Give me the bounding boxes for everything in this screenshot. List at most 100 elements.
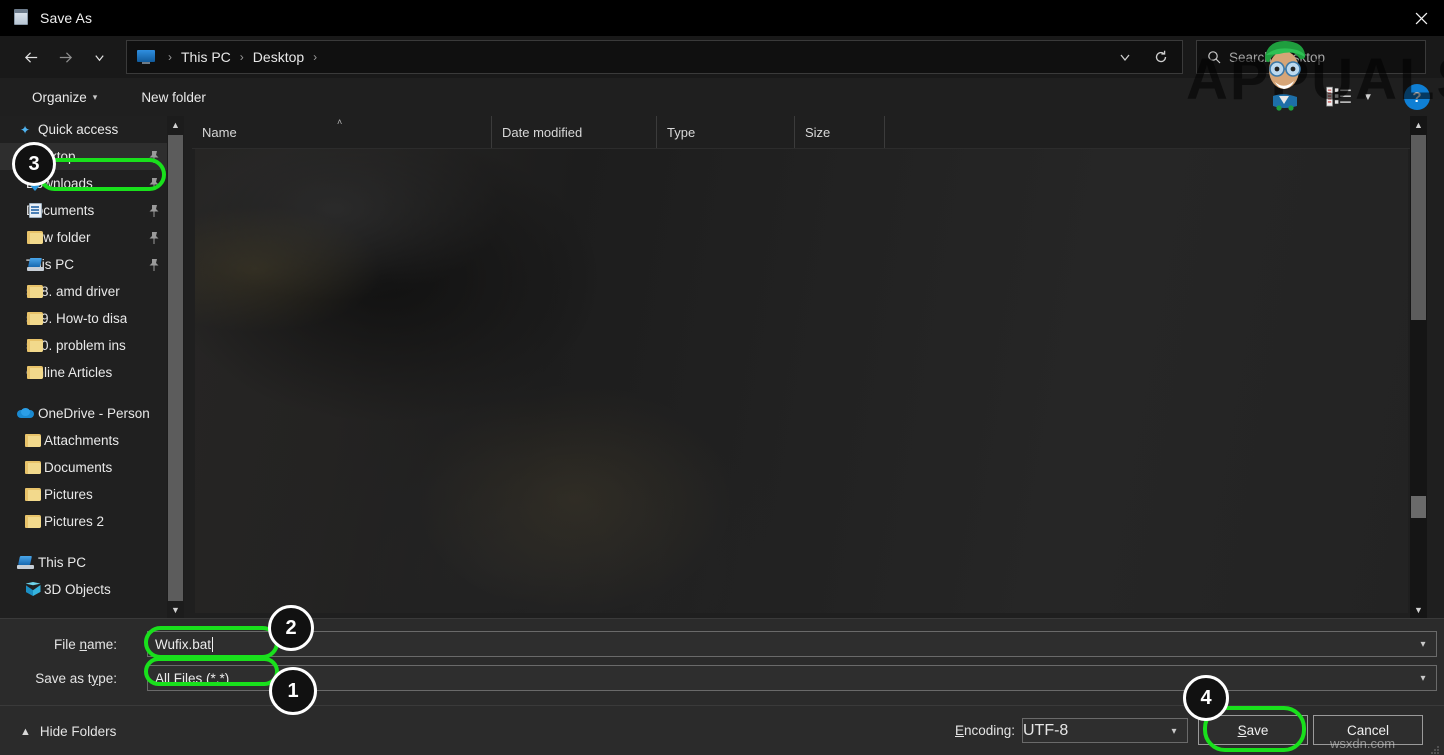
search-icon <box>1207 50 1221 64</box>
folder-icon <box>26 229 44 247</box>
sidebar-item-pictures[interactable]: Pictures <box>0 481 174 508</box>
sidebar-item-538-amd-driver[interactable]: 538. amd driver <box>0 278 174 305</box>
file-name-combo[interactable]: Wufix.bat ▾ <box>147 631 1437 657</box>
sidebar-item-documents[interactable]: Documents <box>0 197 174 224</box>
chevron-down-icon[interactable]: ▾ <box>1411 633 1435 655</box>
save-label: Save <box>1237 722 1269 738</box>
folder-icon <box>26 364 44 382</box>
column-header-date-modified[interactable]: Date modified <box>492 116 657 148</box>
sidebar-item-onedrive-person[interactable]: OneDrive - Person <box>0 400 174 427</box>
address-bar[interactable]: › This PC › Desktop › <box>126 40 1183 74</box>
sort-ascending-icon: ˄ <box>337 117 343 127</box>
save-as-dialog: Save As › This PC › Desktop › Search Des… <box>0 0 1444 755</box>
chevron-down-icon[interactable]: ▾ <box>1162 720 1186 742</box>
sidebar-item-539-how-to-disa[interactable]: 539. How-to disa <box>0 305 174 332</box>
scroll-down-icon[interactable]: ▼ <box>1410 601 1427 618</box>
window-title: Save As <box>40 10 93 26</box>
column-header-size[interactable]: Size <box>795 116 885 148</box>
sidebar-item-3d-objects[interactable]: 3D Objects <box>0 576 174 603</box>
encoding-value: UTF-8 <box>1023 721 1069 739</box>
search-input[interactable]: Search Desktop <box>1196 40 1426 74</box>
folder-icon <box>26 337 44 355</box>
file-list-contents[interactable] <box>195 149 1408 613</box>
command-bar: Organize ▾ New folder ▼ ? <box>0 78 1444 116</box>
folder-icon <box>26 283 44 301</box>
search-placeholder: Search Desktop <box>1229 49 1326 65</box>
back-arrow-icon[interactable] <box>14 42 48 72</box>
chevron-down-icon: ▾ <box>92 91 98 102</box>
column-header-label: Size <box>805 124 831 140</box>
scroll-up-icon[interactable]: ▲ <box>167 116 184 133</box>
column-header-label: Name <box>202 124 237 140</box>
column-header-row: Name ˄ Date modified Type Size <box>192 116 1427 149</box>
pin-icon[interactable] <box>148 258 160 272</box>
scroll-down-icon[interactable]: ▼ <box>167 601 184 618</box>
refresh-icon[interactable] <box>1144 41 1178 73</box>
pin-icon[interactable] <box>148 231 160 245</box>
sidebar-list: ✦Quick accessDesktopDownloadsDocumentsNe… <box>0 116 174 603</box>
file-list-scroll-thumb[interactable] <box>1411 135 1426 320</box>
sidebar-item-540-problem-ins[interactable]: 540. problem ins <box>0 332 174 359</box>
sidebar-scroll-thumb[interactable] <box>168 135 183 601</box>
badge-3: 3 <box>12 142 56 186</box>
document-icon <box>26 202 44 220</box>
file-list-scrollbar[interactable]: ▲ ▼ <box>1410 116 1427 618</box>
close-icon[interactable] <box>1398 0 1444 36</box>
breadcrumb-separator: › <box>239 50 244 64</box>
file-list-scroll-marker <box>1411 496 1426 518</box>
new-folder-label: New folder <box>141 89 206 105</box>
folder-icon <box>24 513 42 531</box>
save-as-type-combo[interactable]: All Files (*.*) ▾ <box>147 665 1437 691</box>
breadcrumb-desktop[interactable]: Desktop <box>251 49 306 65</box>
file-name-value: Wufix.bat <box>155 636 212 652</box>
sidebar-item-quick-access[interactable]: ✦ Quick access <box>0 116 174 143</box>
sidebar-item-pictures-2[interactable]: Pictures 2 <box>0 508 174 535</box>
chevron-down-icon[interactable]: ▾ <box>1411 667 1435 689</box>
computer-icon <box>16 554 34 572</box>
organize-button[interactable]: Organize ▾ <box>22 90 107 105</box>
text-cursor <box>212 636 214 652</box>
sidebar-item-label: Attachments <box>44 433 120 448</box>
pin-icon[interactable] <box>148 150 160 164</box>
sidebar-item-documents[interactable]: Documents <box>0 454 174 481</box>
folder-icon <box>26 310 44 328</box>
cube-icon <box>24 581 42 599</box>
hide-folders-button[interactable]: ▲ Hide Folders <box>20 724 116 739</box>
cloud-icon <box>16 405 34 423</box>
view-options-caret-icon[interactable]: ▼ <box>1358 86 1378 108</box>
save-as-type-value: All Files (*.*) <box>155 670 230 686</box>
new-folder-button[interactable]: New folder <box>131 90 216 105</box>
folder-icon <box>24 432 42 450</box>
sidebar-item-attachments[interactable]: Attachments <box>0 427 174 454</box>
breadcrumb-separator: › <box>313 50 318 64</box>
sidebar-item-this-pc[interactable]: This PC <box>0 251 174 278</box>
star-icon: ✦ <box>19 122 31 137</box>
file-name-label: File name: <box>53 636 117 652</box>
column-header-label: Type <box>667 124 696 140</box>
column-header-name[interactable]: Name ˄ <box>192 116 492 148</box>
pin-icon[interactable] <box>148 177 160 191</box>
forward-arrow-icon[interactable] <box>48 42 82 72</box>
details-view-icon[interactable] <box>1326 86 1352 108</box>
save-button[interactable]: Save <box>1198 715 1308 745</box>
title-bar: Save As <box>0 0 1444 36</box>
sidebar-separator <box>0 535 174 549</box>
recent-locations-icon[interactable] <box>82 42 116 72</box>
breadcrumb-this-pc[interactable]: This PC <box>179 49 233 65</box>
sidebar-item-this-pc[interactable]: This PC <box>0 549 174 576</box>
sidebar-item-online-articles[interactable]: Online Articles <box>0 359 174 386</box>
badge-1: 1 <box>269 667 317 715</box>
encoding-combo[interactable]: UTF-8 ▾ <box>1022 718 1188 743</box>
sidebar-item-label: 3D Objects <box>44 582 111 597</box>
sidebar-item-new-folder[interactable]: New folder <box>0 224 174 251</box>
sidebar-scrollbar[interactable]: ▲ ▼ <box>167 116 184 618</box>
sidebar-item-label: This PC <box>38 555 87 570</box>
wsxdn-watermark: wsxdn.com <box>1330 736 1396 751</box>
pin-icon[interactable] <box>148 204 160 218</box>
address-dropdown-icon[interactable] <box>1108 41 1142 73</box>
help-button[interactable]: ? <box>1404 84 1430 110</box>
sidebar-item-label: OneDrive - Person <box>38 406 150 421</box>
column-header-type[interactable]: Type <box>657 116 795 148</box>
scroll-up-icon[interactable]: ▲ <box>1410 116 1427 133</box>
resize-grip[interactable] <box>1430 742 1440 754</box>
